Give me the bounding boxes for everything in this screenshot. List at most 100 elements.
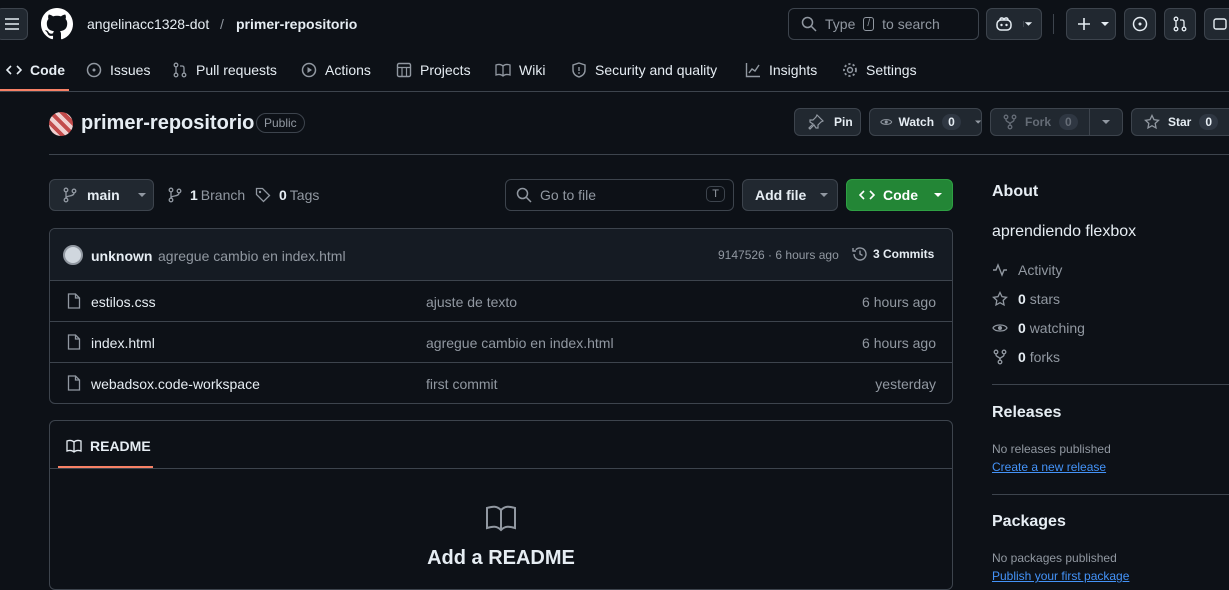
forks-link[interactable]: 0 forks xyxy=(992,349,1060,365)
github-logo[interactable] xyxy=(41,8,73,40)
owner-link[interactable]: angelinacc1328-dot xyxy=(87,16,209,32)
file-name[interactable]: estilos.css xyxy=(91,294,156,310)
file-commit-message[interactable]: agregue cambio en index.html xyxy=(426,335,614,351)
pulse-icon xyxy=(993,263,1007,277)
fork-dropdown-divider xyxy=(1089,109,1090,135)
tab-label: Insights xyxy=(769,62,818,78)
pin-button[interactable]: Pin xyxy=(794,108,861,136)
graph-icon xyxy=(745,63,760,78)
tab-pull-requests[interactable]: Pull requests xyxy=(172,48,277,92)
file-row[interactable]: index.html agregue cambio en index.html … xyxy=(50,322,952,363)
fork-button[interactable]: Fork 0 xyxy=(990,108,1123,136)
file-row[interactable]: estilos.css ajuste de texto 6 hours ago xyxy=(50,281,952,322)
tags-link[interactable]: 0 Tags xyxy=(255,187,319,203)
stars-count: 0 xyxy=(1018,291,1026,307)
commit-author[interactable]: unknown xyxy=(91,248,152,264)
watching-link[interactable]: 0 watching xyxy=(992,320,1085,336)
chevron-down-icon xyxy=(137,192,146,197)
star-icon xyxy=(1144,114,1160,130)
activity-link[interactable]: Activity xyxy=(992,262,1062,278)
search-placeholder-post: to search xyxy=(882,16,940,32)
create-new-button[interactable] xyxy=(1066,8,1116,40)
pull-requests-button[interactable] xyxy=(1164,8,1196,40)
branches-link[interactable]: 1 Branch xyxy=(168,187,245,203)
search-input[interactable]: Type / to search xyxy=(788,8,979,40)
star-label: Star xyxy=(1168,115,1192,129)
go-to-file-input[interactable]: Go to file T xyxy=(505,179,734,211)
repo-title[interactable]: primer-repositorio xyxy=(81,112,254,135)
create-release-link[interactable]: Create a new release xyxy=(992,460,1106,474)
forks-count: 0 xyxy=(1018,349,1026,365)
path-separator: / xyxy=(220,16,224,32)
file-name[interactable]: webadsox.code-workspace xyxy=(91,376,260,392)
fork-icon xyxy=(993,349,1007,365)
github-logo-icon xyxy=(41,8,73,40)
no-packages-text: No packages published xyxy=(992,551,1117,565)
title-divider xyxy=(49,154,1229,155)
chevron-down-icon xyxy=(1101,21,1109,26)
search-placeholder-pre: Type xyxy=(825,16,856,32)
file-commit-message[interactable]: ajuste de texto xyxy=(426,294,517,310)
visibility-badge: Public xyxy=(256,113,305,133)
readme-box: README Add a README xyxy=(49,420,953,590)
copilot-button[interactable] xyxy=(986,8,1042,40)
hamburger-icon xyxy=(5,18,19,30)
stars-link[interactable]: 0 stars xyxy=(992,291,1060,307)
file-row[interactable]: webadsox.code-workspace first commit yes… xyxy=(50,363,952,403)
table-icon xyxy=(396,62,412,78)
repo-nav: Code Issues Pull requests Actions Projec… xyxy=(0,48,1229,92)
commit-message[interactable]: agregue cambio en index.html xyxy=(158,248,346,264)
branch-select[interactable]: main xyxy=(49,179,154,211)
watch-button[interactable]: Watch 0 xyxy=(869,108,982,136)
branch-count: 1 xyxy=(190,187,198,203)
sidebar-divider xyxy=(992,494,1229,495)
chevron-down-icon xyxy=(1023,21,1033,27)
tab-settings[interactable]: Settings xyxy=(842,48,917,92)
menu-button[interactable] xyxy=(0,8,28,40)
commit-sha-time[interactable]: 9147526 · 6 hours ago xyxy=(718,248,839,262)
tab-label: Actions xyxy=(325,62,371,78)
packages-title[interactable]: Packages xyxy=(992,513,1066,531)
readme-heading: Add a README xyxy=(427,547,575,569)
chevron-down-icon xyxy=(1102,120,1110,124)
commits-link[interactable]: 3 Commits xyxy=(852,246,934,262)
fork-icon xyxy=(1003,114,1017,130)
watching-label: watching xyxy=(1029,320,1085,336)
chevron-down-icon xyxy=(820,192,829,197)
add-file-button[interactable]: Add file xyxy=(742,179,838,211)
file-commit-message[interactable]: first commit xyxy=(426,376,498,392)
shield-icon xyxy=(572,62,586,78)
publish-package-link[interactable]: Publish your first package xyxy=(992,569,1129,583)
tab-actions[interactable]: Actions xyxy=(301,48,371,92)
tab-insights[interactable]: Insights xyxy=(745,48,817,92)
watch-label: Watch xyxy=(898,115,935,129)
tab-label: Security and quality xyxy=(595,62,718,78)
author-avatar xyxy=(63,245,83,265)
book-icon xyxy=(486,505,516,532)
eye-icon xyxy=(992,324,1008,332)
tab-code[interactable]: Code xyxy=(6,48,65,92)
star-button[interactable]: Star 0 xyxy=(1131,108,1229,136)
search-shortcut-key: / xyxy=(863,17,875,31)
no-releases-text: No releases published xyxy=(992,442,1111,456)
tab-label: Wiki xyxy=(519,62,546,78)
tab-wiki[interactable]: Wiki xyxy=(495,48,545,92)
inbox-button[interactable] xyxy=(1204,8,1229,40)
repo-link[interactable]: primer-repositorio xyxy=(236,16,357,32)
tab-issues[interactable]: Issues xyxy=(86,48,150,92)
issue-icon xyxy=(86,62,102,78)
file-name[interactable]: index.html xyxy=(91,335,155,351)
header-divider xyxy=(1053,14,1054,34)
issues-button[interactable] xyxy=(1124,8,1156,40)
code-button[interactable]: Code xyxy=(846,179,953,211)
readme-tab[interactable]: README xyxy=(66,438,151,454)
add-file-label: Add file xyxy=(755,187,807,203)
tab-projects[interactable]: Projects xyxy=(396,48,471,92)
releases-title[interactable]: Releases xyxy=(992,404,1061,422)
code-icon xyxy=(6,65,22,75)
pin-icon xyxy=(808,114,824,130)
tab-label: Settings xyxy=(866,62,917,78)
file-icon xyxy=(67,334,81,350)
tab-security[interactable]: Security and quality xyxy=(571,48,717,92)
watch-count: 0 xyxy=(942,114,961,130)
